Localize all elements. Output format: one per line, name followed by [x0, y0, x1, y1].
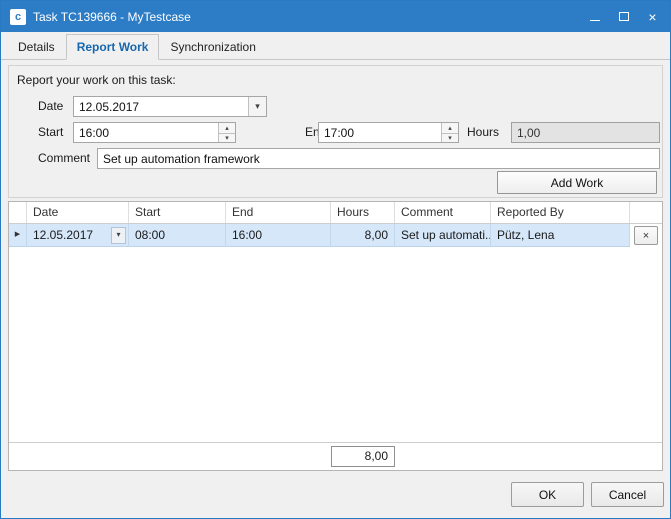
hours-field — [511, 122, 660, 143]
row-end-cell[interactable]: 16:00 — [226, 224, 331, 247]
row-date-cell[interactable]: 12.05.2017 ▾ — [27, 224, 129, 247]
tab-synchronization[interactable]: Synchronization — [159, 34, 266, 60]
tab-report-work[interactable]: Report Work — [66, 34, 160, 60]
row-indicator: ▶ — [9, 224, 27, 247]
start-spin-down-button[interactable]: ▾ — [219, 133, 235, 143]
close-icon: × — [648, 10, 656, 24]
spin-up-icon: ▴ — [448, 124, 452, 132]
date-combobox: ▾ — [73, 96, 267, 117]
delete-row-button[interactable]: × — [634, 226, 658, 245]
spin-up-icon: ▴ — [225, 124, 229, 132]
start-time-input[interactable] — [74, 123, 218, 142]
hours-total-cell: 8,00 — [331, 446, 395, 467]
row-reported-by-cell[interactable]: Pütz, Lena — [491, 224, 630, 247]
row-action-cell: × — [630, 224, 662, 247]
hours-label: Hours — [467, 122, 499, 143]
grid-header-actions — [630, 202, 662, 223]
cancel-button[interactable]: Cancel — [591, 482, 664, 507]
grid-header-row: Date Start End Hours Comment Reported By — [9, 202, 662, 224]
comment-field — [97, 148, 660, 169]
report-work-page: Report your work on this task: Date ▾ St… — [1, 60, 670, 518]
maximize-button[interactable] — [609, 1, 638, 32]
end-time-spinner: ▴ ▾ — [318, 122, 459, 143]
grid-header-indicator — [9, 202, 27, 223]
date-dropdown-button[interactable]: ▾ — [248, 97, 266, 116]
app-icon: c — [10, 9, 26, 25]
grid-summary-row: 8,00 — [9, 442, 662, 470]
date-input[interactable] — [74, 97, 248, 116]
end-spin-down-button[interactable]: ▾ — [442, 133, 458, 143]
start-spin-buttons: ▴ ▾ — [218, 123, 235, 142]
tab-strip: Details Report Work Synchronization — [1, 32, 670, 60]
grid-header-start[interactable]: Start — [129, 202, 226, 223]
table-row[interactable]: ▶ 12.05.2017 ▾ 08:00 16:00 8,00 Set up a… — [9, 224, 662, 247]
grid-header-hours[interactable]: Hours — [331, 202, 395, 223]
grid-header-date[interactable]: Date — [27, 202, 129, 223]
start-label: Start — [38, 122, 63, 143]
grid-header-end[interactable]: End — [226, 202, 331, 223]
task-dialog: c Task TC139666 - MyTestcase × Details R… — [0, 0, 671, 519]
delete-icon: × — [643, 230, 649, 242]
end-spin-up-button[interactable]: ▴ — [442, 123, 458, 133]
window-title: Task TC139666 - MyTestcase — [33, 10, 191, 24]
comment-label: Comment — [38, 148, 90, 169]
date-label: Date — [38, 96, 63, 117]
grid-header-comment[interactable]: Comment — [395, 202, 491, 223]
add-work-button[interactable]: Add Work — [497, 171, 657, 194]
spin-down-icon: ▾ — [225, 134, 229, 142]
row-hours-cell[interactable]: 8,00 — [331, 224, 395, 247]
window-controls: × — [580, 1, 667, 32]
maximize-icon — [619, 12, 629, 21]
row-marker-icon: ▶ — [15, 224, 20, 246]
title-bar[interactable]: c Task TC139666 - MyTestcase × — [1, 1, 670, 32]
row-start-cell[interactable]: 08:00 — [129, 224, 226, 247]
row-date-value: 12.05.2017 — [33, 224, 109, 246]
tab-details[interactable]: Details — [7, 34, 66, 60]
chevron-down-icon: ▾ — [116, 224, 120, 246]
minimize-icon — [590, 20, 600, 21]
end-time-input[interactable] — [319, 123, 441, 142]
hours-readonly-input — [512, 123, 659, 142]
row-comment-cell[interactable]: Set up automati... — [395, 224, 491, 247]
minimize-button[interactable] — [580, 1, 609, 32]
end-spin-buttons: ▴ ▾ — [441, 123, 458, 142]
grid-header-reported-by[interactable]: Reported By — [491, 202, 630, 223]
chevron-down-icon: ▾ — [255, 101, 260, 112]
start-time-spinner: ▴ ▾ — [73, 122, 236, 143]
close-button[interactable]: × — [638, 1, 667, 32]
ok-button[interactable]: OK — [511, 482, 584, 507]
work-items-grid: Date Start End Hours Comment Reported By… — [8, 201, 663, 471]
group-heading: Report your work on this task: — [17, 73, 176, 87]
spin-down-icon: ▾ — [448, 134, 452, 142]
start-spin-up-button[interactable]: ▴ — [219, 123, 235, 133]
report-work-groupbox: Report your work on this task: Date ▾ St… — [8, 65, 663, 198]
row-date-dropdown-button[interactable]: ▾ — [111, 227, 126, 244]
comment-input[interactable] — [98, 149, 659, 168]
